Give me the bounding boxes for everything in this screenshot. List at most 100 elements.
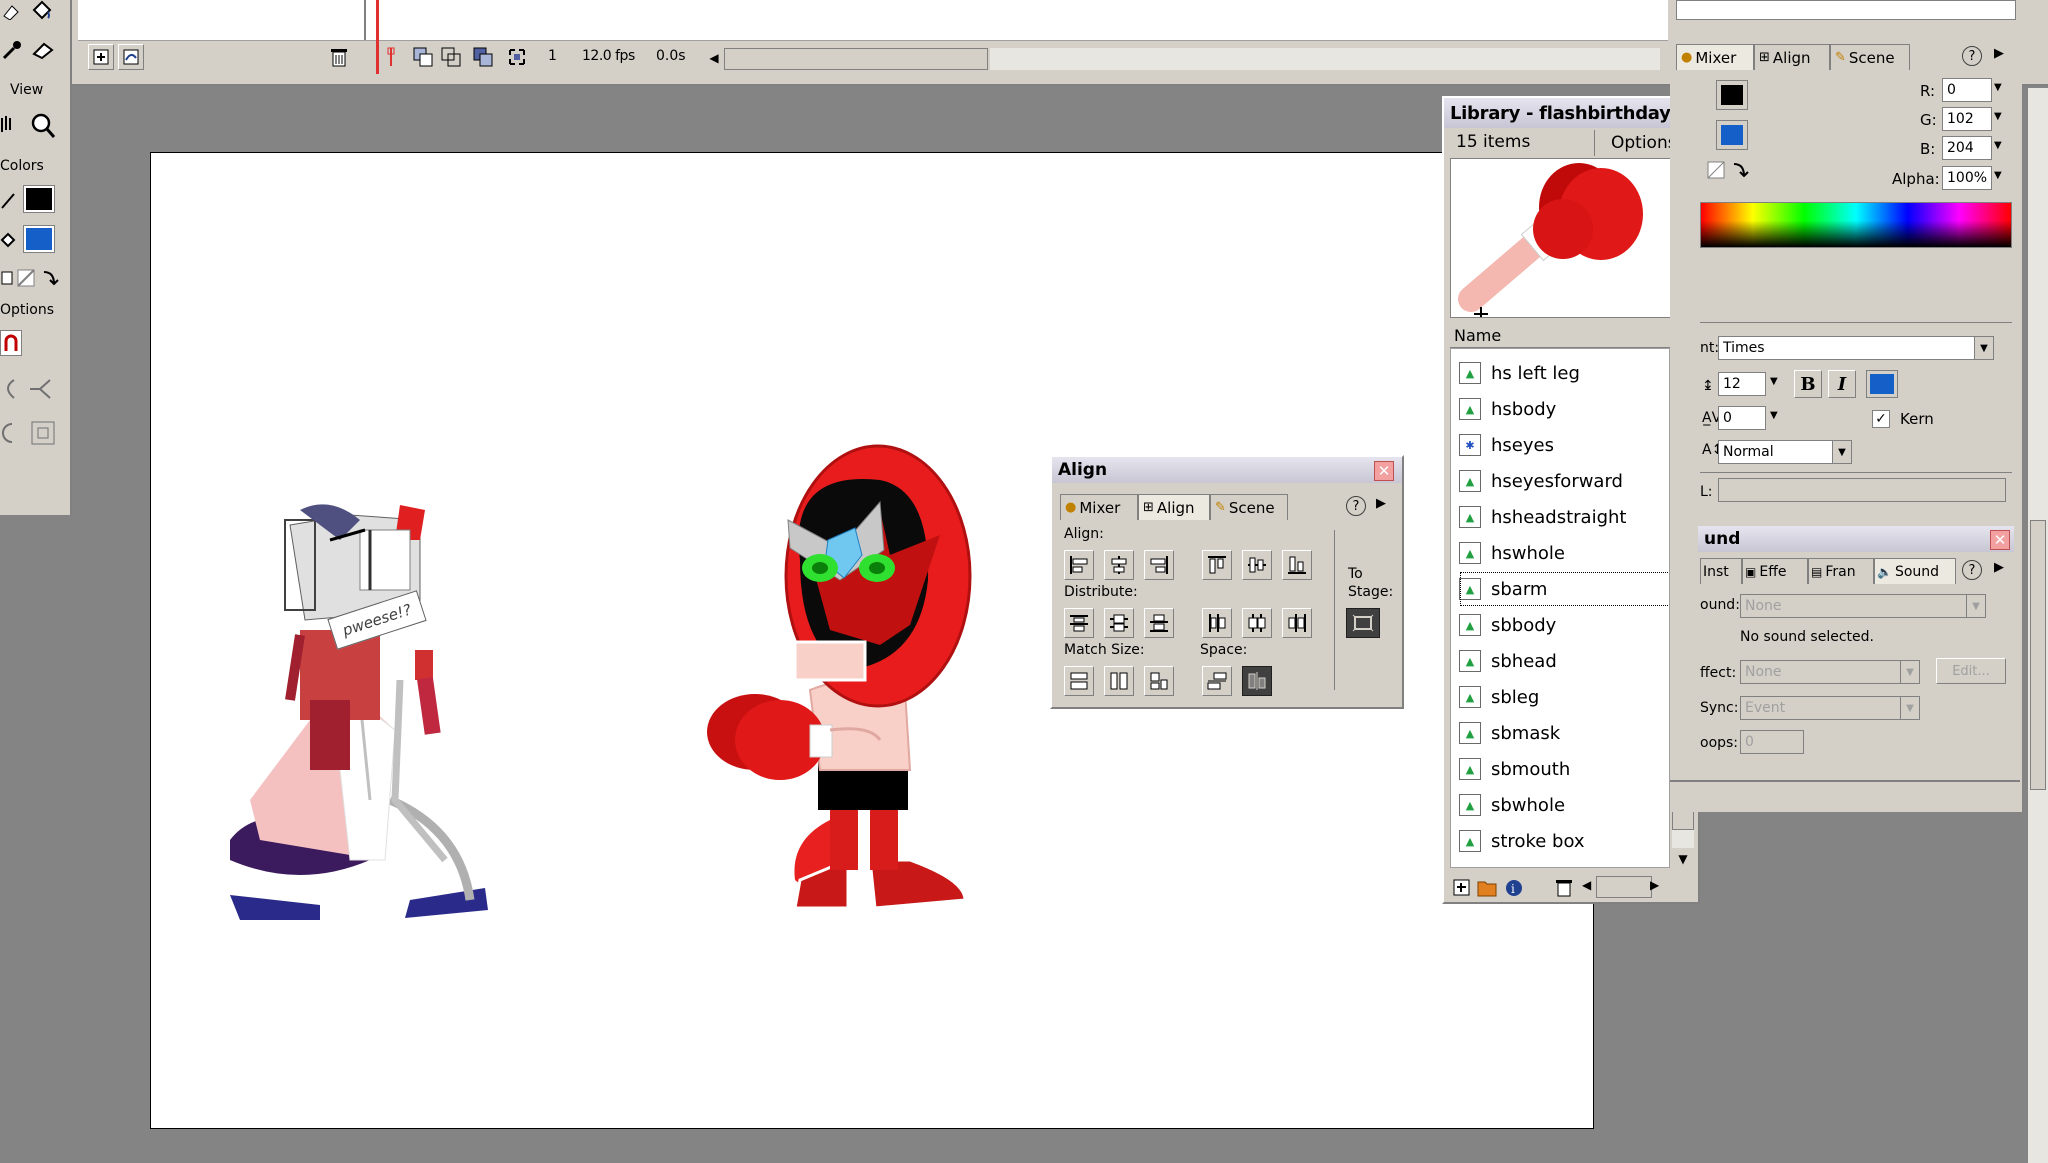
alpha-input[interactable]: 100%	[1942, 166, 1992, 190]
library-item[interactable]: ▲ sbmouth	[1459, 751, 1669, 787]
sound-close-icon[interactable]: ✕	[1990, 530, 2010, 550]
align-tab-mixer[interactable]: ● Mixer	[1060, 494, 1138, 520]
sound-panel-titlebar[interactable]: und	[1698, 526, 2014, 552]
font-size-input[interactable]: 12	[1718, 372, 1766, 396]
properties-icon[interactable]: i	[1504, 878, 1524, 902]
r-dropdown-icon[interactable]: ▼	[1994, 82, 2002, 93]
mixer-tab-mixer[interactable]: ● Mixer	[1676, 44, 1754, 70]
align-tab-scene[interactable]: ✎ Scene	[1210, 494, 1288, 520]
mixer-fill-swatch[interactable]	[1716, 120, 1748, 150]
library-item[interactable]: ▲ sbwhole	[1459, 787, 1669, 823]
center-frame-icon[interactable]	[380, 46, 402, 72]
distribute-vertical-center-icon[interactable]	[1104, 608, 1134, 638]
sync-select[interactable]: Event ▼	[1740, 696, 1920, 720]
baseline-select[interactable]: Normal ▼	[1718, 440, 1852, 464]
sound-select[interactable]: None ▼	[1740, 594, 1986, 618]
url-input[interactable]	[1718, 478, 2006, 502]
library-titlebar[interactable]: Library - flashbirthday...	[1444, 98, 1698, 128]
library-item[interactable]: ▲ sbmask	[1459, 715, 1669, 751]
timeline-frames-area[interactable]	[78, 0, 1668, 41]
space-evenly-horizontal-icon[interactable]	[1242, 666, 1272, 696]
library-item[interactable]: ▲ hs left leg	[1459, 355, 1669, 391]
library-item[interactable]: ▲ sbleg	[1459, 679, 1669, 715]
default-colors-icon[interactable]	[0, 268, 16, 292]
align-panel-titlebar[interactable]: Align	[1052, 457, 1402, 483]
add-motion-guide-icon[interactable]	[118, 44, 144, 70]
dock-top-field[interactable]	[1676, 0, 2016, 20]
distribute-top-icon[interactable]	[1064, 608, 1094, 638]
library-scroll-down-icon[interactable]: ▼	[1672, 848, 1694, 870]
loops-input[interactable]: 0	[1740, 730, 1804, 754]
to-stage-toggle-icon[interactable]	[1346, 608, 1380, 638]
match-height-icon[interactable]	[1104, 666, 1134, 696]
edit-multiple-frames-icon[interactable]	[472, 46, 494, 72]
library-hscrollbar[interactable]	[1596, 876, 1652, 898]
library-hscroll-right-icon[interactable]: ▶	[1650, 878, 1659, 892]
eraser-icon[interactable]	[30, 40, 54, 64]
italic-button[interactable]: I	[1828, 370, 1856, 398]
library-item[interactable]: ▲ sbbody	[1459, 607, 1669, 643]
g-input[interactable]: 102	[1942, 107, 1992, 131]
mixer-tab-align[interactable]: ⊞ Align	[1754, 44, 1830, 70]
bold-button[interactable]: B	[1794, 370, 1822, 398]
insert-layer-icon[interactable]	[88, 44, 114, 70]
mixer-tab-scene[interactable]: ✎ Scene	[1830, 44, 1910, 70]
align-tab-align[interactable]: ⊞ Align	[1138, 494, 1210, 520]
library-item[interactable]: ✱ hseyes	[1459, 427, 1669, 463]
character-homestar-artwork[interactable]	[220, 500, 500, 940]
library-list-header[interactable]: Name	[1450, 324, 1670, 348]
new-symbol-icon[interactable]	[1452, 878, 1472, 902]
tracking-input[interactable]: 0	[1718, 406, 1766, 430]
effect-select[interactable]: None ▼	[1740, 660, 1920, 684]
edit-sound-button[interactable]: Edit...	[1936, 658, 2006, 684]
sound-tab-sound[interactable]: 🔈 Sound	[1874, 558, 1956, 584]
align-horizontal-center-icon[interactable]	[1104, 550, 1134, 580]
align-left-edge-icon[interactable]	[1064, 550, 1094, 580]
swap-colors-icon[interactable]	[40, 268, 60, 292]
distribute-left-icon[interactable]	[1202, 608, 1232, 638]
align-top-edge-icon[interactable]	[1202, 550, 1232, 580]
scale-icon[interactable]	[30, 420, 56, 450]
align-menu-arrow-icon[interactable]: ▶	[1376, 496, 1386, 511]
distribute-bottom-icon[interactable]	[1144, 608, 1174, 638]
mixer-menu-arrow-icon[interactable]: ▶	[1994, 46, 2004, 61]
align-vertical-center-icon[interactable]	[1242, 550, 1272, 580]
timeline-scroll-left-icon[interactable]: ◀	[704, 46, 724, 70]
library-item[interactable]: ▲ hseyesforward	[1459, 463, 1669, 499]
align-close-icon[interactable]: ✕	[1374, 461, 1394, 481]
sound-help-icon[interactable]: ?	[1962, 560, 1982, 580]
delete-symbol-icon[interactable]	[1554, 878, 1574, 902]
align-help-icon[interactable]: ?	[1346, 496, 1366, 516]
modify-onion-markers-icon[interactable]	[506, 46, 528, 72]
onion-skin-icon[interactable]	[412, 46, 434, 72]
ink-bottle-icon[interactable]	[2, 2, 22, 24]
library-item[interactable]: ▲ hsbody	[1459, 391, 1669, 427]
new-folder-icon[interactable]	[1476, 876, 1498, 902]
alpha-dropdown-icon[interactable]: ▼	[1994, 170, 2002, 181]
align-right-edge-icon[interactable]	[1144, 550, 1174, 580]
delete-layer-icon[interactable]	[328, 46, 350, 72]
sound-tab-instance[interactable]: Inst	[1700, 558, 1742, 584]
library-item[interactable]: ▲ stroke box	[1459, 823, 1669, 859]
hand-tool-icon[interactable]	[0, 114, 16, 142]
match-width-height-icon[interactable]	[1144, 666, 1174, 696]
library-item[interactable]: ▲ hsheadstraight	[1459, 499, 1669, 535]
mixer-swap-icon[interactable]	[1730, 160, 1750, 184]
no-color-icon[interactable]	[16, 268, 38, 292]
rotate-icon[interactable]	[0, 420, 20, 450]
main-vscroll-thumb[interactable]	[2030, 520, 2046, 790]
b-dropdown-icon[interactable]: ▼	[1994, 140, 2002, 151]
text-color-swatch[interactable]	[1866, 370, 1898, 398]
fill-color-swatch[interactable]	[23, 225, 55, 253]
mixer-help-icon[interactable]: ?	[1962, 46, 1982, 66]
character-strongbad-artwork[interactable]	[680, 430, 1010, 940]
snap-magnet-icon[interactable]	[0, 330, 22, 356]
mixer-stroke-swatch[interactable]	[1716, 80, 1748, 110]
sound-menu-arrow-icon[interactable]: ▶	[1994, 560, 2004, 575]
playhead[interactable]	[376, 0, 379, 74]
library-hscroll-left-icon[interactable]: ◀	[1582, 878, 1591, 892]
font-select[interactable]: Times ▼	[1718, 336, 1994, 360]
smooth-icon[interactable]	[0, 378, 20, 404]
mixer-no-color-icon[interactable]	[1706, 160, 1726, 184]
g-dropdown-icon[interactable]: ▼	[1994, 111, 2002, 122]
